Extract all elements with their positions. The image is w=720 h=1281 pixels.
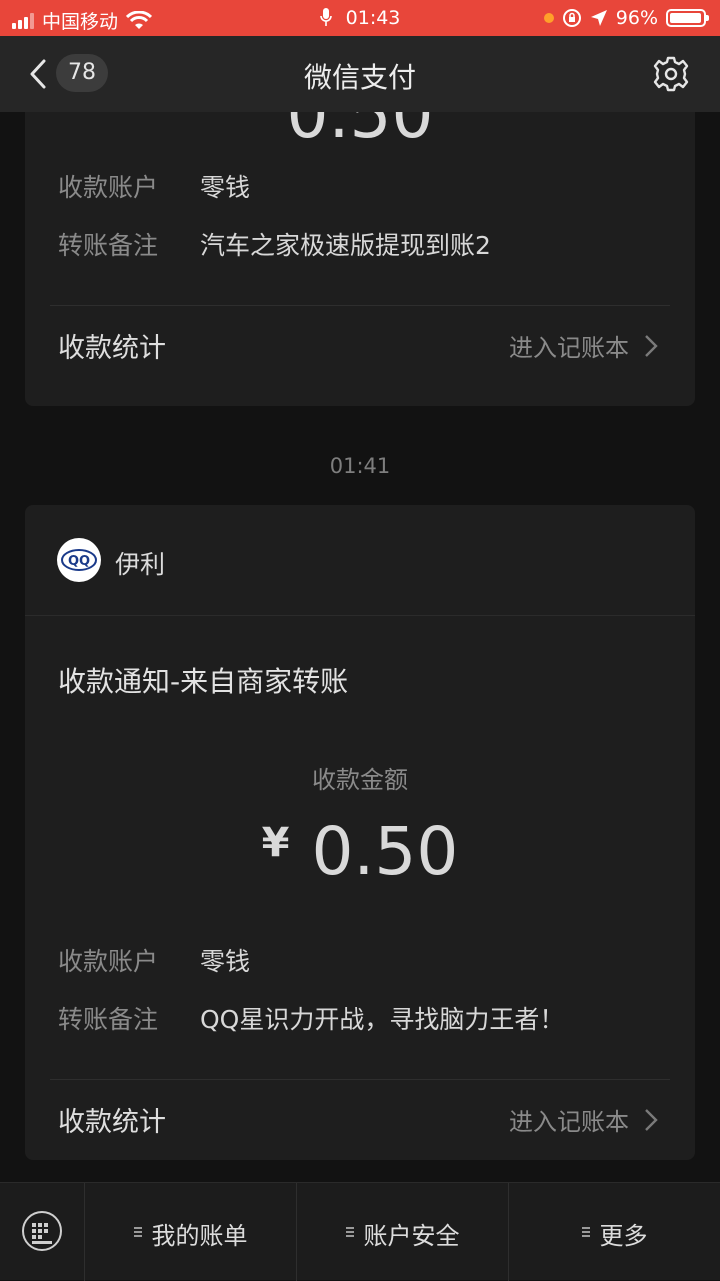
merchant-name[interactable]: 伊利 xyxy=(115,545,165,581)
menu-tab-my-bills[interactable]: 我的账单 xyxy=(84,1183,296,1281)
menu-icon xyxy=(581,1227,590,1239)
menu-tab-label: 更多 xyxy=(599,1222,648,1250)
keyboard-toggle-icon[interactable] xyxy=(22,1211,62,1251)
amount-display: ¥0.50 xyxy=(25,813,695,890)
detail-value: 零钱 xyxy=(200,947,251,976)
page-title: 微信支付 xyxy=(303,61,416,94)
menu-tab-account-security[interactable]: 账户安全 xyxy=(296,1183,508,1281)
status-bar: 中国移动 01:43 96% xyxy=(0,0,720,36)
merchant-logo: QQ xyxy=(57,538,101,582)
detail-label: 转账备注 xyxy=(58,231,159,260)
divider xyxy=(50,305,670,306)
location-arrow-icon xyxy=(590,10,607,26)
detail-value: 零钱 xyxy=(200,173,251,202)
detail-row-account: 收款账户 零钱 xyxy=(58,942,250,978)
menu-tab-more[interactable]: 更多 xyxy=(508,1183,720,1281)
detail-label: 转账备注 xyxy=(58,1005,159,1034)
navigation-bar: 78 微信支付 xyxy=(0,36,720,112)
battery-percent: 96% xyxy=(615,7,658,29)
battery-level-fill xyxy=(670,13,701,23)
menu-icon xyxy=(345,1227,354,1239)
clock-time: 01:43 xyxy=(345,7,401,29)
currency-symbol: ¥ xyxy=(261,820,290,866)
mic-in-use-indicator xyxy=(543,13,554,23)
menu-tab-label: 我的账单 xyxy=(151,1222,248,1250)
menu-tab-label: 账户安全 xyxy=(363,1222,460,1250)
menu-icon xyxy=(133,1227,142,1239)
income-stats-label: 收款统计 xyxy=(58,333,166,364)
amount-value: 0.50 xyxy=(311,813,459,890)
gear-icon[interactable] xyxy=(652,55,690,93)
payment-notification-card[interactable]: QQ 伊利 收款通知-来自商家转账 收款金额 ¥0.50 收款账户 零钱 转账备注… xyxy=(25,505,695,1160)
ledger-link[interactable]: 进入记账本 xyxy=(509,328,629,363)
detail-row-remark: 转账备注 汽车之家极速版提现到账2 xyxy=(58,226,491,262)
income-stats-label: 收款统计 xyxy=(58,1107,166,1138)
previous-payment-card[interactable]: 0.50 收款账户 零钱 转账备注 汽车之家极速版提现到账2 收款统计 进入记账本 xyxy=(25,112,695,406)
battery-icon xyxy=(666,9,709,27)
microphone-icon xyxy=(319,8,332,26)
detail-label: 收款账户 xyxy=(58,947,159,976)
detail-value: 汽车之家极速版提现到账2 xyxy=(200,231,491,260)
previous-amount: 0.50 xyxy=(286,112,434,153)
divider xyxy=(50,1079,670,1080)
detail-row-remark: 转账备注 QQ星识力开战，寻找脑力王者！ xyxy=(58,1000,564,1036)
notice-title: 收款通知-来自商家转账 xyxy=(58,665,349,698)
merchant-header[interactable]: QQ 伊利 xyxy=(25,505,695,616)
message-list[interactable]: 0.50 收款账户 零钱 转账备注 汽车之家极速版提现到账2 收款统计 进入记账本 … xyxy=(0,112,720,1182)
orientation-lock-icon xyxy=(562,9,581,27)
merchant-logo-text: QQ xyxy=(68,554,90,569)
status-right: 96% xyxy=(543,7,709,29)
detail-row-account: 收款账户 零钱 xyxy=(58,168,250,204)
income-stats-row[interactable]: 收款统计 进入记账本 xyxy=(58,326,665,366)
detail-label: 收款账户 xyxy=(58,173,159,202)
amount-label: 收款金额 xyxy=(312,766,408,794)
income-stats-row[interactable]: 收款统计 进入记账本 xyxy=(58,1100,665,1140)
ledger-link[interactable]: 进入记账本 xyxy=(509,1102,629,1137)
message-timestamp: 01:41 xyxy=(329,454,391,478)
chevron-right-icon xyxy=(645,335,658,357)
detail-value: QQ星识力开战，寻找脑力王者！ xyxy=(200,1005,565,1034)
bottom-menu-bar: 我的账单 账户安全 更多 xyxy=(0,1182,720,1281)
chevron-right-icon xyxy=(645,1109,658,1131)
